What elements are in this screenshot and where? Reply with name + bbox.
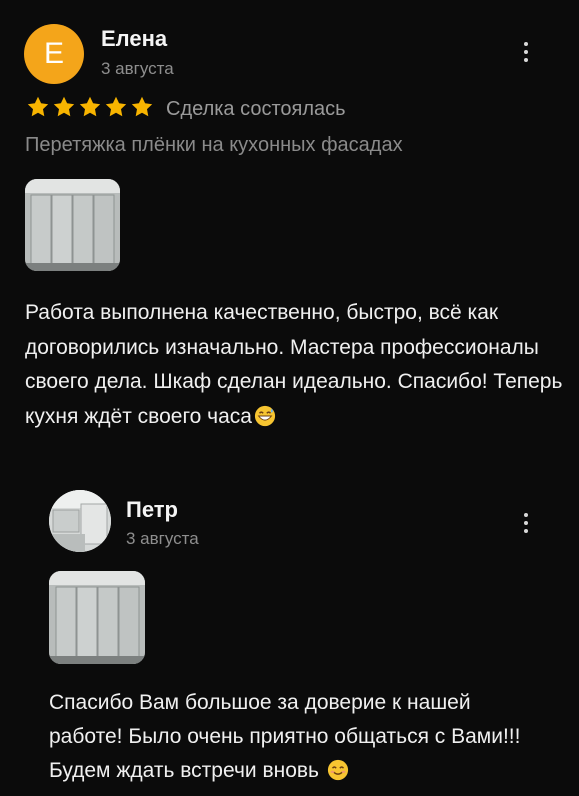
review-date: 3 августа [101, 59, 174, 78]
review-photo[interactable] [25, 179, 120, 271]
reply-author-name[interactable]: Петр [126, 497, 178, 523]
star-icon [79, 96, 101, 117]
star-icon [53, 96, 75, 117]
avatar[interactable]: Е [24, 24, 84, 84]
kitchen-interior-photo [49, 490, 111, 552]
more-options-icon[interactable] [516, 37, 536, 67]
reply-text-body: Спасибо Вам большое за доверие к нашей р… [49, 691, 521, 782]
kebab-dot [524, 529, 528, 533]
kebab-dot [524, 513, 528, 517]
kebab-dot [524, 50, 528, 54]
star-icon [105, 96, 127, 117]
review-text: Работа выполнена качественно, быстро, вс… [25, 296, 565, 434]
grinning-sweat-emoji [254, 405, 276, 426]
kebab-dot [524, 521, 528, 525]
author-name[interactable]: Елена [101, 26, 167, 52]
reply-date: 3 августа [126, 529, 199, 548]
deal-status: Сделка состоялась [166, 98, 346, 120]
rating-stars [26, 95, 154, 119]
kitchen-cabinet-photo [25, 179, 120, 271]
star-icon [27, 96, 49, 117]
service-name: Перетяжка плёнки на кухонных фасадах [25, 134, 403, 156]
kebab-dot [524, 58, 528, 62]
smiling-blush-emoji [327, 759, 348, 781]
reply-photo[interactable] [49, 571, 145, 664]
kebab-dot [524, 42, 528, 46]
review-text-body: Работа выполнена качественно, быстро, вс… [25, 301, 563, 428]
star-icon [131, 96, 153, 117]
reply-more-options-icon[interactable] [516, 508, 536, 538]
reply-text: Спасибо Вам большое за доверие к нашей р… [49, 686, 549, 788]
reply-avatar[interactable] [49, 490, 111, 552]
kitchen-cabinet-photo [49, 571, 145, 664]
